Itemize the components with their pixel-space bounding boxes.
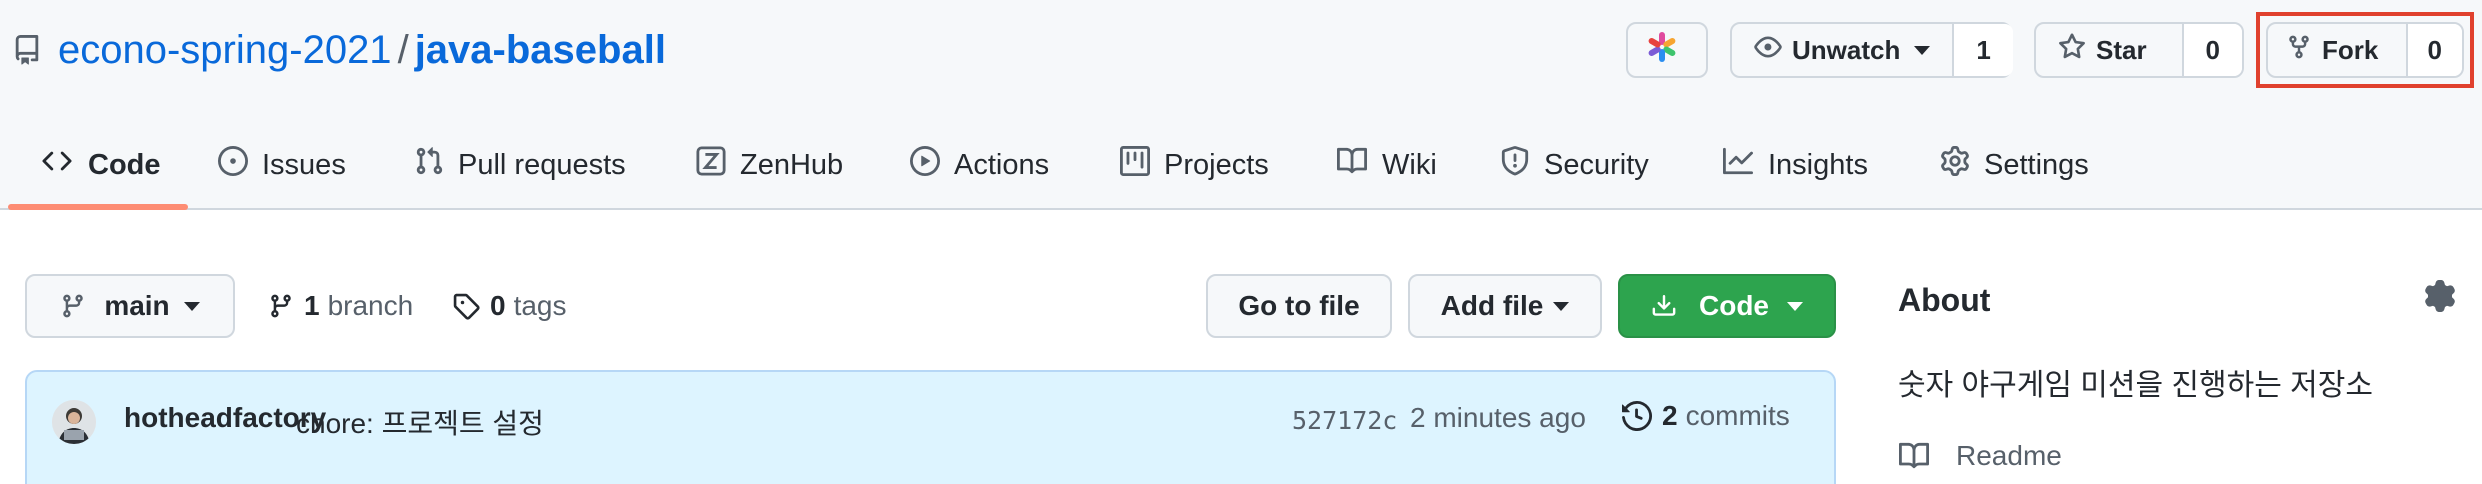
repo-name-link[interactable]: java-baseball [415,28,666,73]
unwatch-button-group: Unwatch 1 [1730,22,2013,78]
star-icon [2058,32,2096,68]
tab-zenhub[interactable]: ZenHub [696,120,843,210]
tag-icon [452,292,480,320]
add-file-button[interactable]: Add file [1408,274,1602,338]
tab-pull-requests[interactable]: Pull requests [414,120,626,210]
pull-request-icon [414,146,458,184]
tab-label: Actions [954,148,1050,181]
branch-icon [268,292,294,320]
tab-label: Code [88,148,161,181]
code-icon [40,146,88,184]
repo-title: econo-spring-2021 / java-baseball [12,22,666,78]
commit-count-label: commits [1685,400,1790,431]
code-download-button[interactable]: Code [1618,274,1836,338]
tab-issues[interactable]: Issues [218,120,346,210]
chevron-down-icon [183,301,200,311]
tab-insights[interactable]: Insights [1722,120,1868,210]
gear-icon [1940,146,1984,184]
branch-label: branch [327,290,414,321]
tab-actions[interactable]: Actions [910,120,1049,210]
branch-select-button[interactable]: main [25,274,235,338]
repo-icon [12,31,46,69]
commit-time[interactable]: 2 minutes ago [1410,402,1586,434]
history-icon [1622,401,1652,431]
book-icon [1336,146,1382,184]
branch-count: 1 [304,290,320,321]
tab-label: Pull requests [458,148,626,181]
active-tab-underline [8,204,188,210]
tags-link[interactable]: 0 tags [452,274,567,338]
commit-message-link[interactable]: chore: 프로젝트 설정 [296,402,544,442]
tab-label: ZenHub [740,148,844,181]
commits-history-link[interactable]: 2 commits [1622,400,1790,432]
stars-count[interactable]: 0 [2181,24,2242,76]
fork-highlight-box [2256,12,2474,88]
tab-label: Settings [1984,148,2089,181]
tab-label: Insights [1768,148,1868,181]
issue-icon [218,146,262,184]
play-icon [910,146,954,184]
tab-label: Wiki [1382,148,1437,181]
repo-description: 숫자 야구게임 미션을 진행하는 저장소 [1898,369,2373,402]
commit-count: 2 [1662,400,1678,431]
tab-settings[interactable]: Settings [1940,120,2089,210]
repo-owner-link[interactable]: econo-spring-2021 [58,28,392,73]
add-file-label: Add file [1440,290,1544,321]
chevron-down-icon [1914,45,1931,55]
shield-icon [1500,146,1544,184]
readme-link[interactable]: Readme [1898,440,2062,472]
readme-label: Readme [1956,440,2062,471]
unwatch-label: Unwatch [1792,34,1901,65]
tab-projects[interactable]: Projects [1120,120,1269,210]
chevron-down-icon [1553,301,1570,311]
star-label: Star [2096,34,2147,65]
branch-icon [60,292,86,320]
star-button[interactable]: Star [2036,24,2182,76]
star-button-group: Star 0 [2034,22,2244,78]
code-button-label: Code [1699,290,1769,321]
unwatch-button[interactable]: Unwatch [1732,24,1952,76]
tab-security[interactable]: Security [1500,120,1649,210]
eye-icon [1754,33,1792,68]
go-to-file-button[interactable]: Go to file [1206,274,1392,338]
about-heading: About [1898,282,1991,318]
tag-label: tags [513,290,567,321]
tab-label: Security [1544,148,1649,181]
tab-label: Projects [1164,148,1269,181]
tab-wiki[interactable]: Wiki [1336,120,1437,210]
commit-sha-link[interactable]: 527172c [1292,406,1397,435]
branch-select-label: main [104,290,170,321]
project-icon [1120,146,1164,184]
tab-code[interactable]: Code [40,120,161,210]
tag-count: 0 [490,290,506,321]
watchers-count[interactable]: 1 [1952,24,2013,76]
repo-separator: / [397,27,409,72]
book-icon [1898,441,1956,471]
zenhub-app-button[interactable] [1626,22,1708,78]
avatar[interactable] [52,400,96,444]
zenhub-pinwheel-icon [1645,30,1689,71]
graph-icon [1722,146,1768,184]
branches-link[interactable]: 1 branch [268,274,413,338]
zenhub-icon [696,146,740,184]
about-settings-gear-icon[interactable] [2424,280,2456,317]
chevron-down-icon [1787,301,1803,311]
tab-label: Issues [262,148,346,181]
download-icon [1651,292,1677,320]
